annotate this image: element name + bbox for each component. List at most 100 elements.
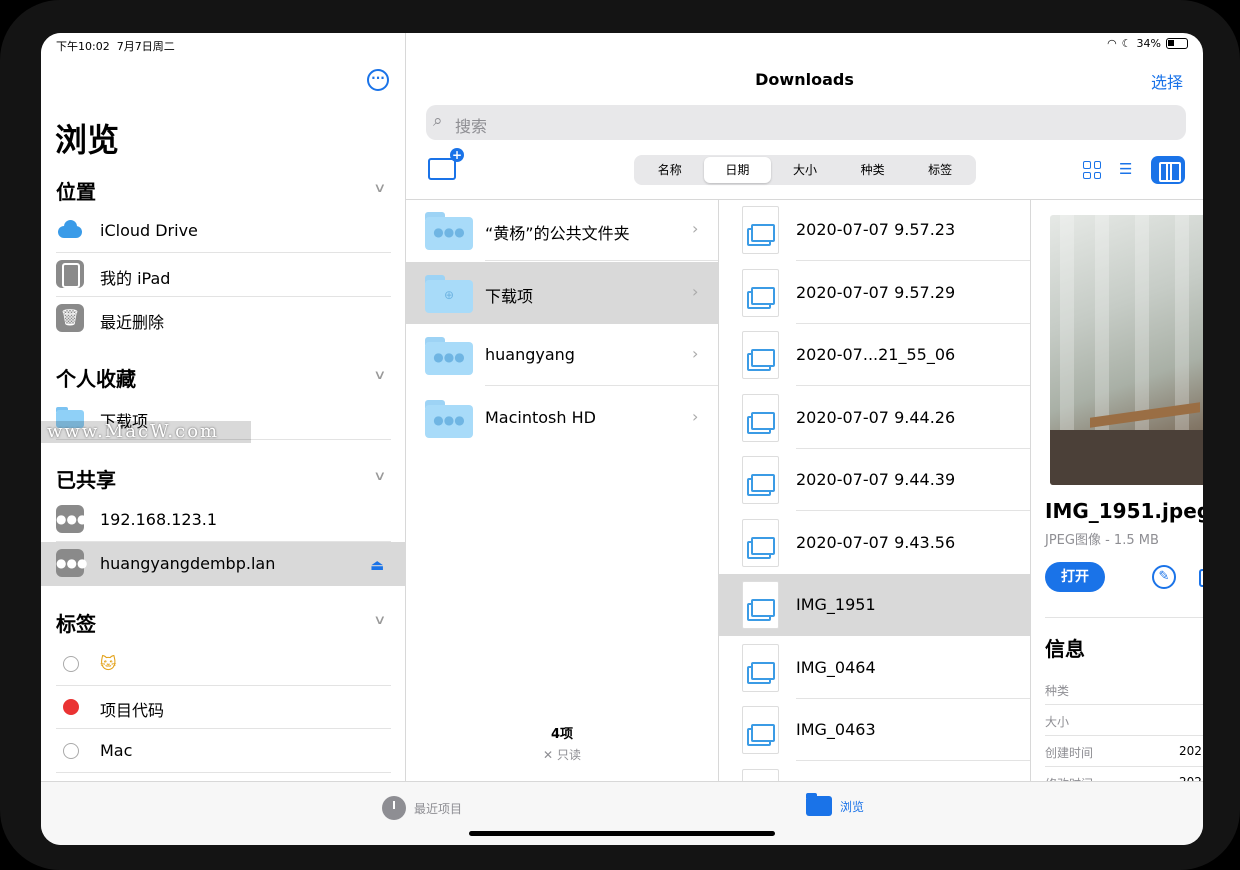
network-icon: ●●●: [56, 505, 87, 533]
file-row[interactable]: 2020-07...21_55_06: [718, 324, 1030, 386]
info-row-modified: 修改时间202: [1045, 767, 1203, 781]
file-row-label: 2020-07-07 9.43.56: [796, 533, 956, 552]
search-input[interactable]: ⌕ 搜索: [426, 105, 1186, 140]
chevron-down-icon[interactable]: ∨: [373, 613, 386, 628]
sort-segmented-control: 名称 日期 大小 种类 标签: [634, 155, 976, 185]
share-icon[interactable]: [1199, 569, 1203, 587]
sidebar-item-label: huangyangdembp.lan: [100, 554, 276, 573]
clock-icon: [382, 796, 406, 820]
tab-browse[interactable]: 浏览: [806, 793, 865, 816]
sidebar-item-tag-project-code[interactable]: 项目代码: [56, 685, 391, 729]
sidebar-title: 浏览: [55, 121, 120, 159]
sidebar: ··· 浏览 位置 ∨ iCloud Drive 我的 iPad 🗑 最近删除 …: [41, 33, 406, 781]
network-icon: ●●●: [56, 549, 87, 577]
file-row-label: 2020-07-07 9.44.26: [796, 408, 956, 427]
folder-row-public[interactable]: ●●● “黄杨”的公共文件夹 ›: [406, 199, 718, 261]
chevron-down-icon[interactable]: ∨: [373, 469, 386, 484]
item-count: 4项: [550, 727, 574, 742]
folder-row-label: huangyang: [485, 345, 575, 364]
sort-option-tags[interactable]: 标签: [906, 157, 974, 183]
section-heading-favorites[interactable]: 个人收藏: [56, 363, 136, 392]
folder-row-label: “黄杨”的公共文件夹: [485, 224, 630, 243]
image-file-icon: [742, 581, 779, 629]
folder-row-downloads[interactable]: ⊕ 下载项 ›: [406, 262, 718, 324]
sidebar-item-my-ipad[interactable]: 我的 iPad: [56, 253, 391, 297]
eject-icon[interactable]: ⏏: [370, 556, 384, 574]
sidebar-item-recently-deleted[interactable]: 🗑 最近删除: [56, 297, 391, 341]
sort-option-date[interactable]: 日期: [703, 157, 772, 183]
image-file-icon: [742, 331, 779, 379]
folder-row-label: 下载项: [485, 287, 534, 306]
tab-recents[interactable]: 最近项目: [382, 796, 462, 820]
file-row-label: IMG_0464: [796, 658, 876, 677]
tag-dot-red-icon: [63, 699, 79, 715]
home-indicator[interactable]: [469, 831, 775, 836]
folder-row-macintosh-hd[interactable]: ●●● Macintosh HD ›: [406, 387, 718, 449]
sidebar-item-tag-cat[interactable]: 🐱: [56, 642, 391, 686]
list-view-icon[interactable]: ☰: [1119, 161, 1139, 177]
folder-row-huangyang[interactable]: ●●● huangyang ›: [406, 324, 718, 386]
sort-option-size[interactable]: 大小: [771, 157, 839, 183]
status-time: 下午10:02 7月7日周二: [56, 40, 175, 53]
file-row[interactable]: 2020-07-07 9.57.29: [718, 262, 1030, 324]
select-button[interactable]: 选择: [1151, 69, 1183, 93]
open-button[interactable]: 打开: [1045, 562, 1105, 592]
info-row-size: 大小: [1045, 705, 1203, 736]
file-row[interactable]: 2020-07-07 9.43.56: [718, 512, 1030, 574]
sort-option-name[interactable]: 名称: [636, 157, 704, 183]
chevron-down-icon[interactable]: ∨: [373, 181, 386, 196]
grid-view-icon[interactable]: [1083, 161, 1101, 179]
sidebar-item-label: iCloud Drive: [100, 221, 198, 240]
file-row-label: 2020-07-07 9.44.39: [796, 470, 956, 489]
file-row-selected[interactable]: IMG_1951: [718, 574, 1030, 636]
image-file-icon: [742, 206, 779, 254]
image-file-icon: [742, 456, 779, 504]
chevron-right-icon: ›: [692, 407, 699, 426]
sidebar-item-label: 192.168.123.1: [100, 510, 218, 529]
tab-label: 最近项目: [414, 801, 463, 816]
readonly-label: 只读: [556, 748, 581, 762]
chevron-right-icon: ›: [692, 219, 699, 238]
readonly-icon: ✕: [543, 748, 554, 762]
sidebar-item-server-ip[interactable]: ●●● 192.168.123.1: [56, 498, 391, 542]
section-heading-shared[interactable]: 已共享: [56, 464, 116, 493]
watermark: www.MacW.com: [41, 421, 251, 443]
image-file-icon: [742, 519, 779, 567]
moon-icon: ☾: [1121, 37, 1132, 50]
preview-filename: IMG_1951.jpeg: [1045, 499, 1203, 523]
trash-icon: 🗑: [56, 304, 84, 332]
file-row[interactable]: IMG_0463: [718, 699, 1030, 761]
sidebar-item-label: 最近删除: [100, 313, 165, 332]
file-row[interactable]: 2020-07-07 9.57.23: [718, 199, 1030, 261]
image-file-icon: [742, 769, 779, 781]
column-view-icon[interactable]: [1151, 156, 1185, 184]
markup-icon[interactable]: ✎: [1152, 565, 1176, 589]
image-file-icon: [742, 706, 779, 754]
sidebar-item-label: Mac: [100, 741, 133, 760]
file-row[interactable]: 2020-07-07 9.44.39: [718, 449, 1030, 511]
file-row[interactable]: IMG_0464: [718, 637, 1030, 699]
info-row-kind: 种类: [1045, 674, 1203, 705]
sidebar-item-tag-mac[interactable]: Mac: [56, 729, 391, 773]
battery-icon: [1166, 38, 1188, 49]
section-heading-locations[interactable]: 位置: [56, 176, 96, 205]
more-options-icon[interactable]: ···: [367, 69, 389, 91]
sidebar-item-label: 🐱: [100, 654, 117, 673]
search-icon: ⌕: [433, 111, 443, 131]
file-row[interactable]: [718, 762, 1030, 781]
section-heading-tags[interactable]: 标签: [56, 608, 96, 637]
sidebar-item-icloud[interactable]: iCloud Drive: [56, 209, 391, 253]
file-row[interactable]: 2020-07-07 9.44.26: [718, 387, 1030, 449]
tab-label: 浏览: [840, 799, 865, 814]
folder-icon: [806, 793, 832, 816]
new-folder-icon[interactable]: [428, 148, 464, 180]
page-title: Downloads: [755, 70, 854, 89]
file-row-label: 2020-07-07 9.57.29: [796, 283, 956, 302]
sidebar-item-server-lan[interactable]: ●●● huangyangdembp.lan ⏏: [41, 542, 406, 586]
search-placeholder: 搜索: [455, 117, 488, 136]
image-file-icon: [742, 394, 779, 442]
column-divider: [1030, 199, 1031, 781]
battery-percent: 34%: [1136, 37, 1161, 50]
sort-option-kind[interactable]: 种类: [839, 157, 907, 183]
chevron-down-icon[interactable]: ∨: [373, 368, 386, 383]
